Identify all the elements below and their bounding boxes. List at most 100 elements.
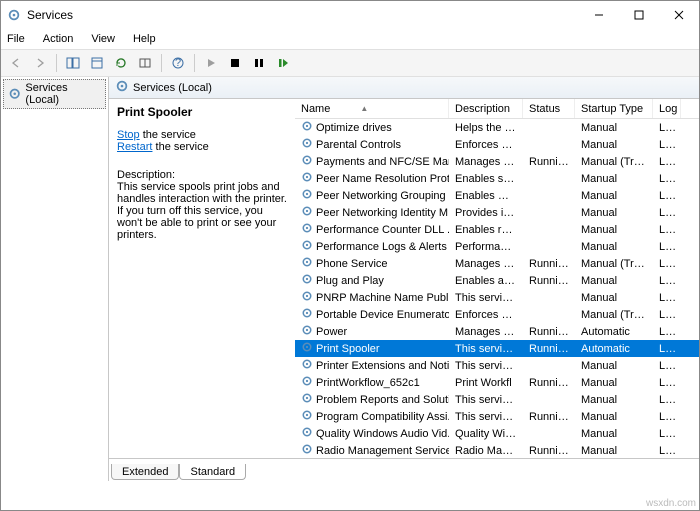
right-pane: Services (Local) Print Spooler Stop the …: [109, 77, 699, 481]
table-row[interactable]: Performance Logs & AlertsPerformanc...Ma…: [295, 238, 699, 255]
service-status: Running: [523, 156, 575, 168]
toolbar: ?: [1, 49, 699, 77]
service-startup: Manual: [575, 445, 653, 457]
refresh-button[interactable]: [110, 52, 132, 74]
service-name: PrintWorkflow_652c1: [316, 377, 420, 389]
tab-standard[interactable]: Standard: [179, 464, 246, 480]
workspace: Services (Local) Services (Local) Print …: [1, 77, 699, 481]
nav-forward-button[interactable]: [29, 52, 51, 74]
service-startup: Manual: [575, 428, 653, 440]
gear-icon: [8, 87, 21, 101]
service-name: Payments and NFC/SE Man...: [316, 156, 449, 168]
col-description[interactable]: Description: [449, 99, 523, 118]
selected-service-name: Print Spooler: [117, 105, 287, 119]
help-button[interactable]: ?: [167, 52, 189, 74]
toolbar-separator: [56, 54, 57, 72]
service-name: Print Spooler: [316, 343, 380, 355]
service-logon: Loc: [653, 360, 681, 372]
svg-text:?: ?: [175, 57, 181, 69]
service-logon: Loc: [653, 207, 681, 219]
table-row[interactable]: Program Compatibility Assi...This servic…: [295, 408, 699, 425]
service-list: Name▲ Description Status Startup Type Lo…: [295, 99, 699, 458]
table-row[interactable]: Performance Counter DLL ...Enables rem..…: [295, 221, 699, 238]
service-startup: Manual: [575, 377, 653, 389]
service-status: Running: [523, 275, 575, 287]
service-startup: Manual (Trig...: [575, 258, 653, 270]
table-row[interactable]: Portable Device Enumerator...Enforces gr…: [295, 306, 699, 323]
column-headers: Name▲ Description Status Startup Type Lo…: [295, 99, 699, 119]
details-panel: Print Spooler Stop the service Restart t…: [109, 99, 295, 458]
window-title: Services: [27, 8, 579, 22]
menu-file[interactable]: File: [5, 33, 27, 45]
gear-icon: [301, 239, 313, 254]
nav-back-button[interactable]: [5, 52, 27, 74]
tree-node-services-local[interactable]: Services (Local): [3, 79, 106, 109]
service-status: Running: [523, 326, 575, 338]
table-row[interactable]: Peer Networking GroupingEnables mul...Ma…: [295, 187, 699, 204]
services-app-icon: [7, 8, 21, 22]
service-name: Quality Windows Audio Vid...: [316, 428, 449, 440]
restart-link[interactable]: Restart: [117, 141, 152, 153]
col-status[interactable]: Status: [523, 99, 575, 118]
table-row[interactable]: Optimize drivesHelps the c...ManualLoc: [295, 119, 699, 136]
table-row[interactable]: Quality Windows Audio Vid...Quality Win.…: [295, 425, 699, 442]
maximize-button[interactable]: [619, 1, 659, 29]
menu-help[interactable]: Help: [131, 33, 158, 45]
col-startup[interactable]: Startup Type: [575, 99, 653, 118]
table-row[interactable]: Print SpoolerThis service ...RunningAuto…: [295, 340, 699, 357]
col-name[interactable]: Name▲: [295, 99, 449, 118]
service-logon: Loc: [653, 394, 681, 406]
table-row[interactable]: Plug and PlayEnables a c...RunningManual…: [295, 272, 699, 289]
service-description: Enforces gr...: [449, 309, 523, 321]
service-name: Printer Extensions and Notif...: [316, 360, 449, 372]
service-description: Manages th...: [449, 258, 523, 270]
table-row[interactable]: Phone ServiceManages th...RunningManual …: [295, 255, 699, 272]
export-list-button[interactable]: [134, 52, 156, 74]
gear-icon: [301, 392, 313, 407]
service-name: Portable Device Enumerator...: [316, 309, 449, 321]
service-name: Optimize drives: [316, 122, 392, 134]
gear-icon: [301, 188, 313, 203]
close-button[interactable]: [659, 1, 699, 29]
table-row[interactable]: Peer Name Resolution Prot...Enables serv…: [295, 170, 699, 187]
service-logon: Loc: [653, 156, 681, 168]
service-logon: Loc: [653, 309, 681, 321]
table-row[interactable]: Parental ControlsEnforces pa...ManualLoc: [295, 136, 699, 153]
service-description: This service ...: [449, 411, 523, 423]
table-row[interactable]: Peer Networking Identity M...Provides id…: [295, 204, 699, 221]
table-row[interactable]: PowerManages p...RunningAutomaticLoc: [295, 323, 699, 340]
properties-button[interactable]: [86, 52, 108, 74]
service-status: Running: [523, 445, 575, 457]
table-row[interactable]: PNRP Machine Name Publi...This service .…: [295, 289, 699, 306]
restart-service-button[interactable]: [272, 52, 294, 74]
table-row[interactable]: Payments and NFC/SE Man...Manages pa...R…: [295, 153, 699, 170]
menu-action[interactable]: Action: [41, 33, 76, 45]
tab-extended[interactable]: Extended: [111, 464, 179, 480]
stop-link[interactable]: Stop: [117, 129, 140, 141]
service-rows[interactable]: Optimize drivesHelps the c...ManualLocPa…: [295, 119, 699, 458]
toolbar-separator: [161, 54, 162, 72]
col-logon[interactable]: Log: [653, 99, 681, 118]
gear-icon: [301, 137, 313, 152]
service-logon: Loc: [653, 122, 681, 134]
content-area: Print Spooler Stop the service Restart t…: [109, 99, 699, 459]
start-service-button[interactable]: [200, 52, 222, 74]
stop-service-button[interactable]: [224, 52, 246, 74]
service-description: This service ...: [449, 360, 523, 372]
service-description: Manages p...: [449, 326, 523, 338]
table-row[interactable]: Printer Extensions and Notif...This serv…: [295, 357, 699, 374]
menu-view[interactable]: View: [89, 33, 117, 45]
pause-service-button[interactable]: [248, 52, 270, 74]
service-startup: Manual (Trig...: [575, 156, 653, 168]
minimize-button[interactable]: [579, 1, 619, 29]
gear-icon: [301, 154, 313, 169]
show-hide-tree-button[interactable]: [62, 52, 84, 74]
gear-icon: [301, 443, 313, 458]
table-row[interactable]: Radio Management ServiceRadio Mana...Run…: [295, 442, 699, 458]
table-row[interactable]: Problem Reports and Soluti...This servic…: [295, 391, 699, 408]
service-description: Enables a c...: [449, 275, 523, 287]
gear-icon: [301, 426, 313, 441]
service-description: This service ...: [449, 394, 523, 406]
table-row[interactable]: PrintWorkflow_652c1Print WorkflRunningMa…: [295, 374, 699, 391]
gear-icon: [301, 205, 313, 220]
